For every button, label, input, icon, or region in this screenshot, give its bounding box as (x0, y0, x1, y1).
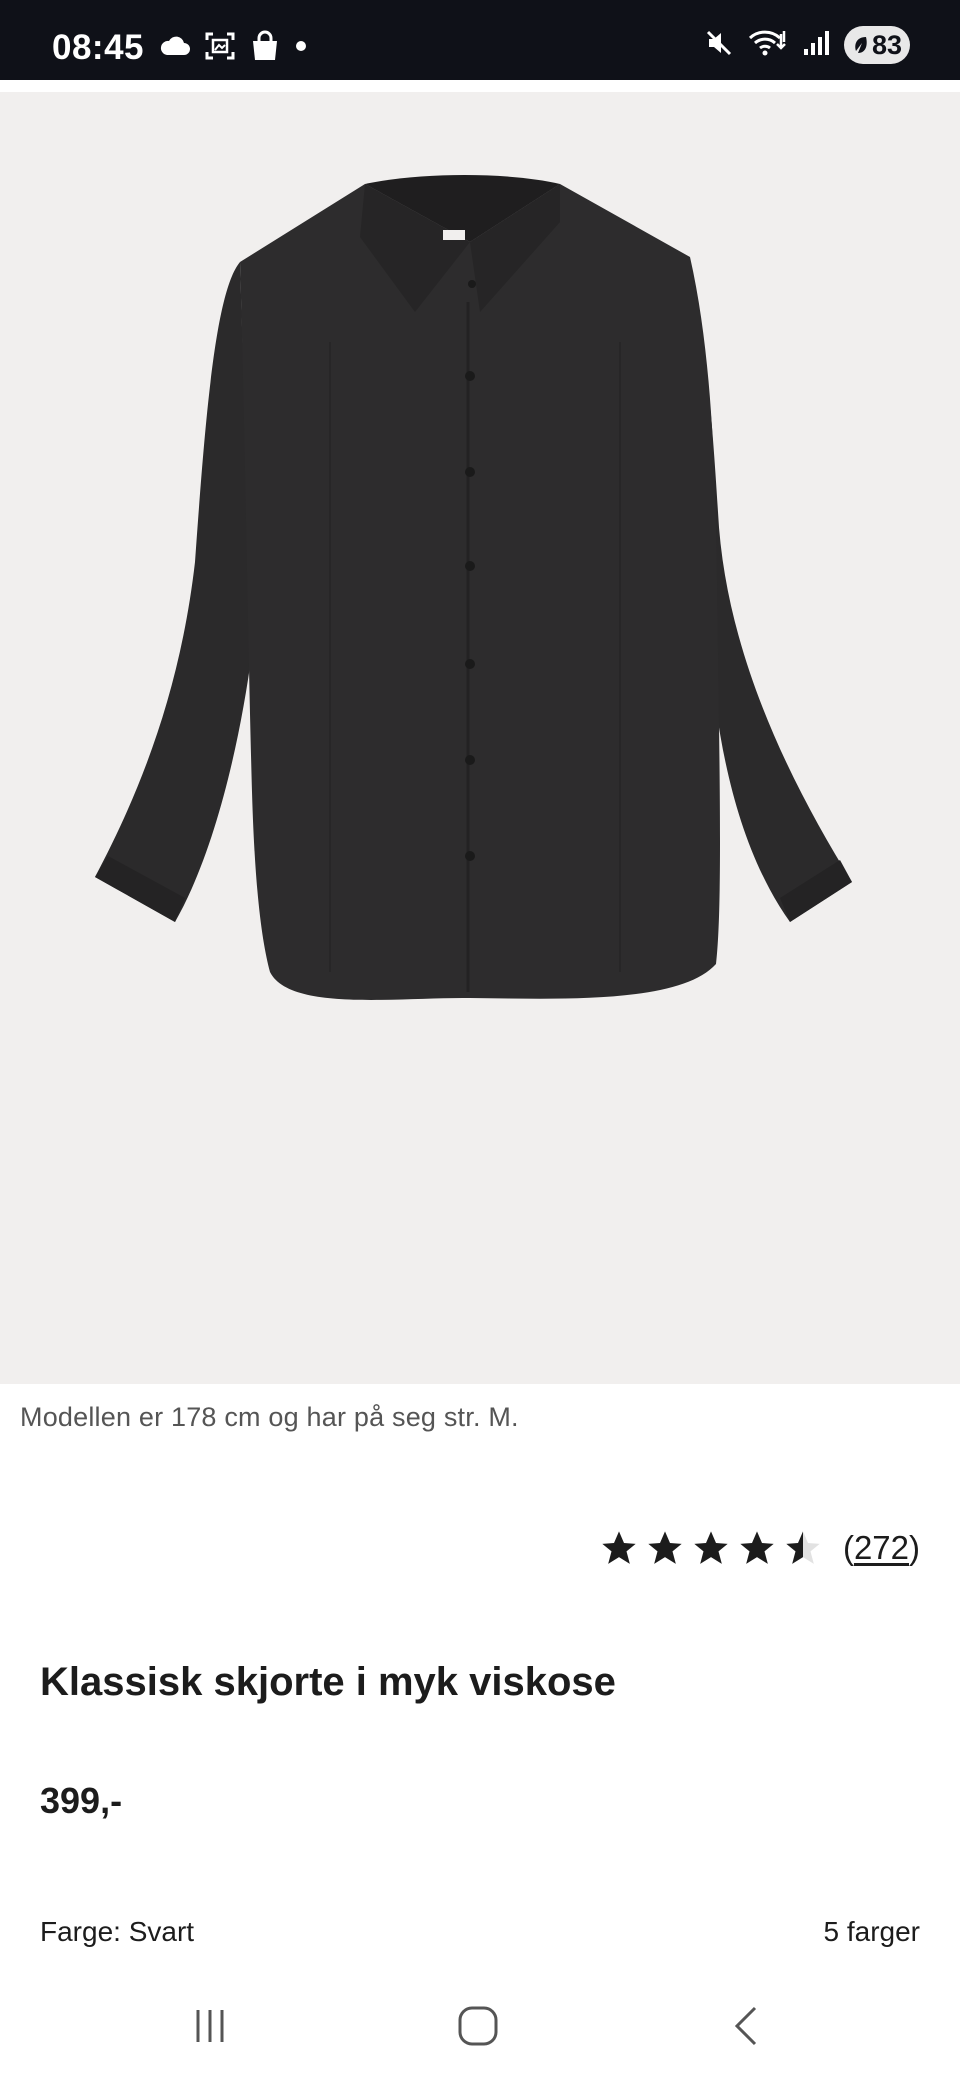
status-time: 08:45 (52, 28, 145, 67)
product-price: 399,- (40, 1780, 123, 1821)
wifi-icon (748, 28, 788, 63)
star-icon (740, 1531, 774, 1564)
battery-level: 83 (871, 29, 903, 60)
status-icons-left (160, 30, 308, 67)
star-icon (602, 1531, 636, 1564)
home-icon (458, 2006, 498, 2046)
recent-apps-icon (196, 2010, 224, 2042)
rating[interactable]: (272) (599, 1528, 920, 1568)
home-button[interactable] (443, 1996, 513, 2056)
selected-color-label: Farge: Svart (40, 1916, 195, 1947)
review-count-link[interactable]: (272) (843, 1529, 920, 1567)
half-star-icon (786, 1531, 820, 1564)
signal-icon (802, 29, 830, 62)
review-count-close: ) (909, 1529, 920, 1566)
product-image-gallery[interactable] (0, 92, 960, 1384)
recent-apps-button[interactable] (175, 1996, 245, 2056)
screenshot-icon (204, 31, 236, 66)
status-icons-right: 83 (704, 26, 910, 64)
navigation-bar (0, 1976, 960, 2080)
cloud-icon (160, 35, 190, 62)
battery-icon: 83 (844, 26, 910, 64)
color-options-count[interactable]: 5 farger (824, 1916, 921, 1948)
back-button[interactable] (712, 1996, 782, 2056)
back-icon (734, 2006, 757, 2046)
model-note: Modellen er 178 cm og har på seg str. M. (20, 1402, 519, 1432)
rating-stars (599, 1528, 823, 1568)
color-selector-row[interactable]: Farge: Svart 5 farger (40, 1916, 920, 1948)
star-icon (648, 1531, 682, 1564)
product-image (95, 175, 852, 1000)
notification-dot-icon (294, 39, 308, 58)
mute-icon (704, 28, 734, 63)
star-icon (694, 1531, 728, 1564)
review-count: 272 (853, 1529, 909, 1566)
review-count-open: ( (842, 1529, 854, 1566)
product-title: Klassisk skjorte i myk viskose (40, 1660, 616, 1704)
shopping-bag-icon (250, 30, 280, 67)
status-bar: 08:45 83 (0, 0, 960, 80)
